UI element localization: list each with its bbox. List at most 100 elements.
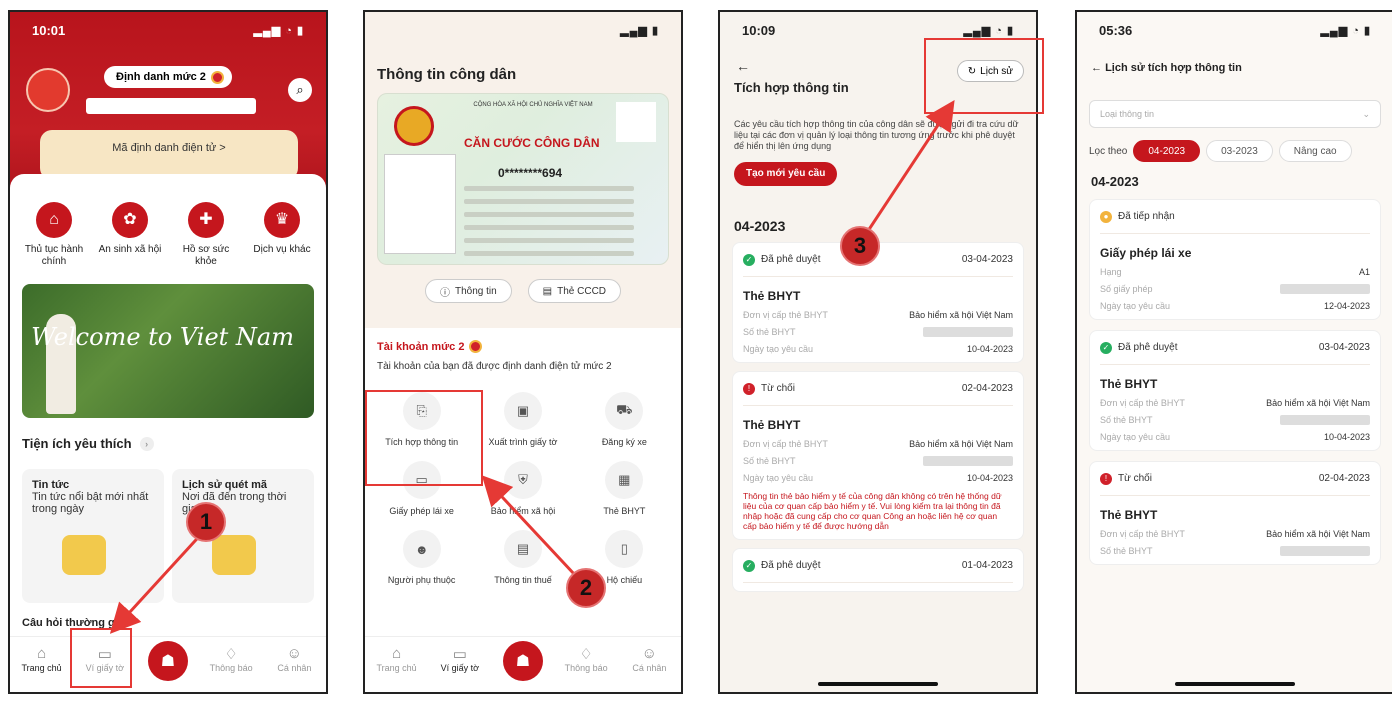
filter-mar-2023[interactable]: 03-2023: [1206, 140, 1273, 162]
qr-code: [616, 102, 656, 142]
person-icon: ☺: [641, 645, 657, 662]
news-card[interactable]: Tin tức Tin tức nổi bật mới nhất trong ng…: [22, 469, 164, 603]
tab-home[interactable]: ⌂ Trang chủ: [370, 645, 424, 673]
request-header: ● Đã tiếp nhận: [1100, 200, 1370, 234]
phone-citizen-info: ▂▄▆ ▮ Thông tin công dân CỘNG HÒA XÃ HỘI…: [363, 10, 683, 694]
card-number: 0********694: [498, 166, 563, 180]
search-icon[interactable]: ⌕: [288, 78, 312, 102]
request-card[interactable]: ✓ Đã phê duyệt 03-04-2023 Thẻ BHYT Đơn vị …: [1089, 330, 1381, 451]
request-field: Ngày tạo yêu cầu 12-04-2023: [1100, 294, 1370, 311]
tab-home[interactable]: ⌂ Trang chủ: [15, 645, 69, 673]
tab-label: Trang chủ: [21, 663, 62, 673]
tab-bar: ⌂ Trang chủ ▭ Ví giấy tờ ☗ ♢ Thông báo ☺ Cá …: [365, 636, 681, 692]
app-logo-icon: ☗: [502, 641, 543, 681]
cccd-button[interactable]: ▤ Thẻ CCCD: [527, 279, 622, 303]
page-title: Lịch sử tích hợp thông tin: [1105, 62, 1242, 74]
grid-health-insurance[interactable]: ▦ Thẻ BHYT: [574, 461, 675, 516]
redacted-value: [1280, 546, 1370, 556]
service-health-record[interactable]: ✚ Hồ sơ sức khỏe: [171, 202, 241, 268]
passport-icon: ▯: [605, 530, 644, 568]
tab-label: Thông báo: [209, 663, 253, 673]
request-card[interactable]: ! Từ chối 02-04-2023 Thẻ BHYT Đơn vị cấp t…: [1089, 461, 1381, 565]
status-bar: 05:36 ▂▄▆ ◔ ▮: [1077, 12, 1392, 48]
field-value: Bảo hiểm xã hội Việt Nam: [909, 439, 1013, 449]
tab-profile[interactable]: ☺ Cá nhân: [622, 645, 676, 673]
card-photo-redacted: [384, 154, 456, 254]
request-date: 03-04-2023: [1318, 342, 1370, 353]
crown-icon: ♛: [264, 202, 300, 238]
grid-tax-info[interactable]: ▤ Thông tin thuế: [472, 530, 573, 585]
grid-vehicle-reg[interactable]: ⛟ Đăng ký xe: [574, 392, 675, 447]
citizen-id-card[interactable]: CỘNG HÒA XÃ HỘI CHỦ NGHĨA VIỆT NAM CĂN C…: [377, 93, 669, 265]
filter-bar: Lọc theo 04-2023 03-2023 Nâng cao: [1089, 140, 1381, 162]
grid-present-docs[interactable]: ▣ Xuất trình giấy tờ: [472, 392, 573, 447]
request-status: Đã phê duyệt: [761, 254, 821, 265]
filter-advanced[interactable]: Nâng cao: [1278, 140, 1352, 162]
request-title: Thẻ BHYT: [1100, 508, 1158, 522]
grid-label: Thông tin thuế: [494, 575, 552, 585]
level-badge[interactable]: Định danh mức 2: [104, 66, 232, 88]
request-card[interactable]: ✓ Đã phê duyệt 03-04-2023 Thẻ BHYT Đơn vị …: [732, 242, 1024, 363]
home-indicator: [1175, 682, 1295, 686]
info-button[interactable]: ⓘ Thông tin: [424, 279, 512, 303]
request-field: Hạng A1: [1100, 260, 1370, 277]
filter-apr-2023[interactable]: 04-2023: [1133, 140, 1201, 162]
request-header: ✓ Đã phê duyệt 01-04-2023: [743, 549, 1013, 583]
grid-label: Giấy phép lái xe: [389, 506, 454, 516]
tab-notifications[interactable]: ♢ Thông báo: [559, 645, 613, 673]
info-type-select[interactable]: Loại thông tin ⌄: [1089, 100, 1381, 128]
info-icon: ⓘ: [439, 287, 450, 299]
request-title: Thẻ BHYT: [1100, 377, 1158, 391]
grid-label: Thẻ BHYT: [603, 506, 646, 516]
tab-notifications[interactable]: ♢ Thông báo: [204, 645, 258, 673]
tab-wallet[interactable]: ▭ Ví giấy tờ: [433, 645, 487, 673]
request-card[interactable]: ! Từ chối 02-04-2023 Thẻ BHYT Đơn vị cấp t…: [732, 371, 1024, 540]
request-field: Số thẻ BHYT: [743, 320, 1013, 337]
info-button-label: Thông tin: [454, 285, 497, 297]
field-value: Bảo hiểm xã hội Việt Nam: [909, 310, 1013, 320]
avatar[interactable]: [26, 68, 70, 112]
faq-title[interactable]: Câu hỏi thường gặp: [22, 617, 314, 629]
request-header: ✓ Đã phê duyệt 03-04-2023: [1100, 331, 1370, 365]
service-admin-procedures[interactable]: ⌂ Thủ tục hành chính: [19, 202, 89, 268]
tab-profile[interactable]: ☺ Cá nhân: [267, 645, 321, 673]
favorites-title: Tiện ích yêu thích ›: [22, 436, 314, 451]
month-header: 04-2023: [1091, 174, 1139, 189]
field-key: Ngày tạo yêu cầu: [1100, 301, 1171, 311]
bell-icon: ♢: [224, 646, 238, 663]
grid-label: Bảo hiểm xã hội: [490, 506, 556, 516]
info-icon[interactable]: ›: [139, 436, 154, 451]
request-card[interactable]: ✓ Đã phê duyệt 01-04-2023: [732, 548, 1024, 592]
service-label: Thủ tục hành chính: [24, 244, 84, 267]
status-time: 05:36: [1099, 22, 1133, 38]
account-level-title: Tài khoản mức 2: [377, 340, 465, 353]
request-date: 02-04-2023: [961, 383, 1013, 394]
tab-label: Thông báo: [564, 663, 608, 673]
new-request-button[interactable]: Tạo mới yêu cầu: [734, 162, 838, 186]
request-card[interactable]: ● Đã tiếp nhận Giấy phép lái xe Hạng A1 Số…: [1089, 199, 1381, 320]
id-card-icon: ▤: [542, 285, 553, 297]
news-illustration-icon: [62, 535, 106, 575]
grid-social-insurance[interactable]: ⛨ Bảo hiểm xã hội: [472, 461, 573, 516]
service-other[interactable]: ♛ Dịch vụ khác: [247, 202, 317, 268]
grid-dependents[interactable]: ☻ Người phụ thuộc: [371, 530, 472, 585]
digital-id-card[interactable]: Mã định danh điện tử >: [40, 130, 298, 180]
tab-center[interactable]: ☗: [141, 641, 195, 681]
welcome-banner[interactable]: Welcome to Viet Nam: [22, 284, 314, 418]
field-key: Số thẻ BHYT: [1100, 546, 1153, 556]
service-label: Dịch vụ khác: [253, 244, 311, 255]
request-field: Đơn vị cấp thẻ BHYT Bảo hiểm xã hội Việt …: [743, 303, 1013, 320]
field-key: Số giấy phép: [1100, 284, 1153, 294]
card-header-text: CỘNG HÒA XÃ HỘI CHỦ NGHĨA VIỆT NAM: [473, 102, 593, 108]
tab-label: Trang chủ: [376, 663, 417, 673]
service-social-security[interactable]: ✿ An sinh xã hội: [95, 202, 165, 268]
tab-center[interactable]: ☗: [496, 641, 550, 681]
select-placeholder: Loại thông tin: [1100, 109, 1155, 119]
person-shield-icon: ☻: [402, 530, 441, 568]
card-title: CĂN CƯỚC CÔNG DÂN: [464, 136, 600, 150]
highlight-history-button: [924, 38, 1044, 114]
tax-icon: ▤: [503, 530, 542, 568]
person-icon: ☺: [286, 645, 302, 662]
request-date: 02-04-2023: [1318, 473, 1370, 484]
back-arrow-icon[interactable]: ←: [1091, 62, 1105, 74]
